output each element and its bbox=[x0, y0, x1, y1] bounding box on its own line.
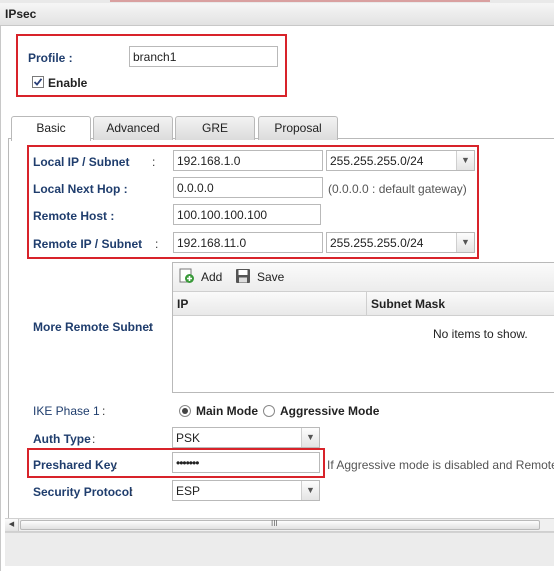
ike-phase1-colon: : bbox=[102, 404, 106, 418]
chevron-down-icon: ▼ bbox=[456, 233, 474, 252]
aggressive-mode-radio[interactable] bbox=[263, 405, 275, 417]
ike-phase1-label: IKE Phase 1 bbox=[33, 404, 100, 418]
chevron-down-icon: ▼ bbox=[301, 428, 319, 447]
auth-type-colon: : bbox=[92, 432, 96, 446]
auth-type-label: Auth Type bbox=[33, 432, 91, 446]
tab-proposal[interactable]: Proposal bbox=[258, 116, 338, 140]
window-footer bbox=[5, 532, 554, 566]
aggressive-mode-label: Aggressive Mode bbox=[280, 404, 380, 418]
scroll-thumb[interactable]: III bbox=[20, 519, 540, 530]
local-next-hop-hint: (0.0.0.0 : default gateway) bbox=[328, 182, 467, 196]
local-ip-input[interactable] bbox=[173, 150, 323, 171]
local-next-hop-label: Local Next Hop : bbox=[33, 182, 128, 196]
preshared-key-label: Preshared Key bbox=[33, 458, 118, 472]
add-button[interactable]: Add bbox=[179, 267, 227, 287]
main-mode-label: Main Mode bbox=[196, 404, 258, 418]
preshared-key-colon: : bbox=[114, 458, 118, 472]
remote-ip-mask-value: 255.255.255.0/24 bbox=[330, 236, 424, 250]
window-title: IPsec bbox=[5, 7, 37, 21]
subnet-grid-toolbar bbox=[173, 263, 554, 292]
remote-ip-colon: : bbox=[155, 237, 159, 251]
tab-advanced[interactable]: Advanced bbox=[93, 116, 173, 140]
preshared-key-hint: If Aggressive mode is disabled and Remot… bbox=[327, 458, 554, 472]
window-titlebar: IPsec bbox=[0, 3, 554, 26]
subnet-grid: Add Save IP Subnet Mask No items to show… bbox=[172, 262, 554, 393]
tab-content-frame bbox=[8, 138, 9, 518]
save-button[interactable]: Save bbox=[235, 267, 287, 287]
tab-gre[interactable]: GRE bbox=[175, 116, 255, 140]
subnet-grid-header bbox=[173, 292, 554, 316]
remote-ip-mask-select[interactable]: 255.255.255.0/24 ▼ bbox=[326, 232, 475, 253]
add-icon bbox=[179, 268, 194, 283]
local-ip-mask-value: 255.255.255.0/24 bbox=[330, 154, 424, 168]
window-border-left bbox=[0, 25, 1, 571]
main-mode-radio[interactable] bbox=[179, 405, 191, 417]
auth-type-value: PSK bbox=[176, 431, 201, 445]
preshared-key-input[interactable]: ••••••• bbox=[172, 452, 320, 473]
auth-type-select[interactable]: PSK ▼ bbox=[172, 427, 320, 448]
chevron-down-icon: ▼ bbox=[301, 481, 319, 500]
local-next-hop-input[interactable] bbox=[173, 177, 323, 198]
enable-checkbox[interactable] bbox=[32, 76, 44, 88]
chevron-down-icon: ▼ bbox=[456, 151, 474, 170]
scroll-left-arrow[interactable]: ◀ bbox=[5, 519, 19, 531]
security-protocol-value: ESP bbox=[176, 484, 201, 498]
local-ip-colon: : bbox=[152, 155, 156, 169]
horizontal-scrollbar[interactable]: ◀ III bbox=[5, 518, 554, 532]
security-protocol-label: Security Protocol bbox=[33, 485, 133, 499]
more-remote-subnet-label: More Remote Subnet bbox=[33, 320, 154, 334]
local-ip-mask-select[interactable]: 255.255.255.0/24 ▼ bbox=[326, 150, 475, 171]
security-protocol-colon: : bbox=[130, 485, 134, 499]
remote-ip-label: Remote IP / Subnet bbox=[33, 237, 143, 251]
empty-grid-message: No items to show. bbox=[433, 327, 528, 341]
add-button-label: Add bbox=[201, 270, 223, 284]
save-icon bbox=[236, 269, 250, 283]
local-ip-label: Local IP / Subnet bbox=[33, 155, 130, 169]
preshared-key-value: ••••••• bbox=[176, 456, 199, 470]
profile-input[interactable] bbox=[129, 46, 278, 67]
more-remote-subnet-colon: : bbox=[148, 320, 152, 334]
scroll-grip: III bbox=[271, 519, 278, 528]
remote-host-input[interactable] bbox=[173, 204, 321, 225]
enable-label: Enable bbox=[48, 76, 88, 90]
checkmark-icon bbox=[33, 78, 43, 86]
column-header-subnet-mask[interactable]: Subnet Mask bbox=[371, 297, 445, 311]
save-button-label: Save bbox=[257, 270, 285, 284]
tab-basic[interactable]: Basic bbox=[11, 116, 91, 141]
remote-host-label: Remote Host : bbox=[33, 209, 115, 223]
column-header-ip[interactable]: IP bbox=[177, 297, 188, 311]
security-protocol-select[interactable]: ESP ▼ bbox=[172, 480, 320, 501]
remote-ip-input[interactable] bbox=[173, 232, 323, 253]
profile-label: Profile : bbox=[28, 51, 73, 65]
column-header-divider bbox=[366, 292, 367, 315]
